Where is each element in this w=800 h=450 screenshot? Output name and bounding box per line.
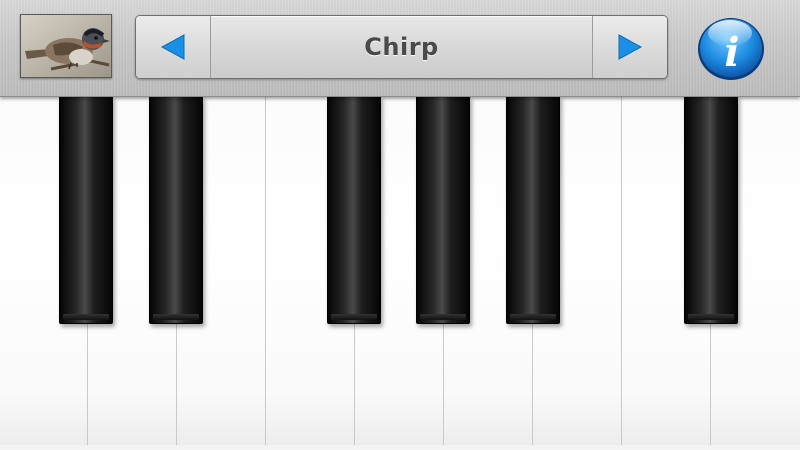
previous-sound-button[interactable] [136, 16, 211, 78]
black-key[interactable] [416, 96, 470, 324]
bird-photo-icon [21, 15, 111, 77]
black-key[interactable] [149, 96, 203, 324]
black-key[interactable] [506, 96, 560, 324]
piano-app: Chirp i [0, 0, 800, 450]
bird-thumbnail[interactable] [20, 14, 112, 78]
sound-name: Chirp [364, 33, 439, 61]
info-icon: i [698, 18, 764, 80]
black-key[interactable] [684, 96, 738, 324]
black-key[interactable] [327, 96, 381, 324]
left-arrow-icon [160, 34, 185, 60]
black-key[interactable] [59, 96, 113, 324]
info-glyph: i [724, 29, 739, 76]
sound-selector: Chirp [135, 15, 668, 79]
right-arrow-icon [618, 34, 643, 60]
piano-keyboard [0, 96, 800, 450]
info-button[interactable]: i [695, 14, 767, 82]
top-toolbar: Chirp i [0, 0, 800, 97]
next-sound-button[interactable] [592, 16, 667, 78]
